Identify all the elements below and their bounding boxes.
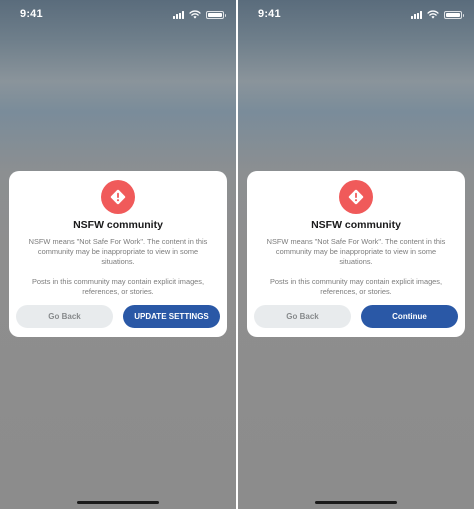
alert-icon	[101, 180, 135, 214]
dialog-body-paragraph: Posts in this community may contain expl…	[31, 277, 205, 296]
dialog-body-paragraph: NSFW means "Not Safe For Work". The cont…	[28, 237, 208, 266]
status-icons	[173, 10, 226, 19]
go-back-button[interactable]: Go Back	[16, 305, 113, 328]
go-back-button[interactable]: Go Back	[254, 305, 351, 328]
dialog-body: NSFW means "Not Safe For Work". The cont…	[25, 237, 211, 297]
wifi-icon	[189, 10, 201, 19]
home-indicator[interactable]	[77, 501, 159, 504]
status-time: 9:41	[20, 8, 43, 20]
status-bar: 9:41	[0, 0, 236, 28]
battery-icon	[444, 10, 464, 19]
continue-button[interactable]: Continue	[361, 305, 458, 328]
wifi-icon	[427, 10, 439, 19]
dialog-body-paragraph: NSFW means "Not Safe For Work". The cont…	[266, 237, 446, 266]
dialog-body-paragraph: Posts in this community may contain expl…	[269, 277, 443, 296]
status-bar: 9:41	[238, 0, 474, 28]
signal-icon	[173, 10, 184, 19]
phone-screen-update-settings: 9:41 NSFW community NSFW means "Not Safe…	[0, 0, 236, 509]
phone-screen-continue: 9:41 NSFW community NSFW means "Not Safe…	[238, 0, 474, 509]
dialog-title: NSFW community	[73, 219, 163, 231]
nsfw-dialog: NSFW community NSFW means "Not Safe For …	[9, 171, 227, 337]
signal-icon	[411, 10, 422, 19]
alert-icon	[339, 180, 373, 214]
status-icons	[411, 10, 464, 19]
update-settings-button[interactable]: UPDATE SETTINGS	[123, 305, 220, 328]
battery-icon	[206, 10, 226, 19]
dialog-title: NSFW community	[311, 219, 401, 231]
status-time: 9:41	[258, 8, 281, 20]
nsfw-dialog: NSFW community NSFW means "Not Safe For …	[247, 171, 465, 337]
home-indicator[interactable]	[315, 501, 397, 504]
dialog-body: NSFW means "Not Safe For Work". The cont…	[263, 237, 449, 297]
